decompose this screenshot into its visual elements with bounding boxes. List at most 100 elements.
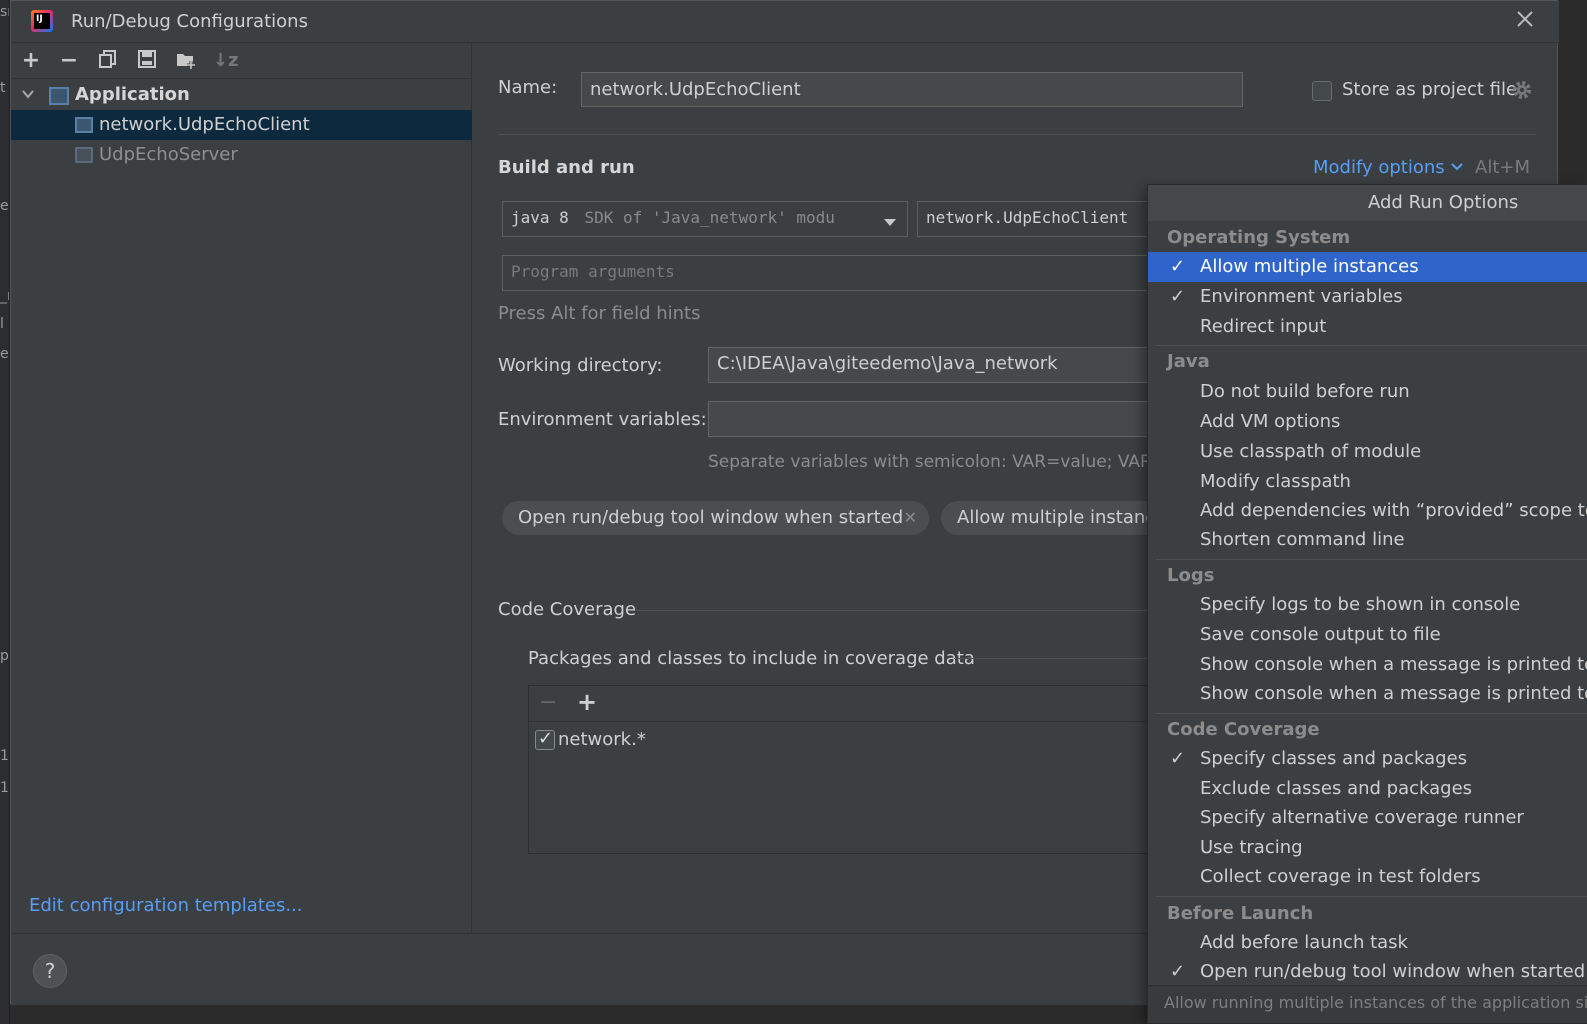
option-chip-allow-multiple[interactable]: Allow multiple instances — [941, 501, 1157, 535]
popup-group-before-launch: Before Launch — [1167, 903, 1314, 924]
popup-item-add-vm-options[interactable]: Add VM options — [1148, 407, 1587, 437]
popup-item-allow-multiple-instances[interactable]: ✓ Allow multiple instances — [1148, 252, 1587, 282]
strip-text: _r — [0, 288, 9, 304]
popup-item-redirect-input[interactable]: Redirect input — [1148, 312, 1587, 342]
coverage-entry-label: network.* — [558, 729, 646, 750]
popup-item-use-classpath[interactable]: Use classpath of module — [1148, 437, 1587, 467]
popup-item-alternative-coverage-runner[interactable]: Specify alternative coverage runner — [1148, 803, 1587, 833]
coverage-list-toolbar: − + — [529, 686, 1158, 722]
remove-icon[interactable]: − — [57, 49, 81, 73]
jdk-select[interactable]: java 8 SDK of 'Java_network' modu — [502, 201, 908, 237]
dialog-title-bar: IJ Run/Debug Configurations — [11, 1, 1559, 43]
popup-item-label: Show console when a message is printed t… — [1200, 683, 1587, 704]
tree-item-label: UdpEchoServer — [99, 144, 238, 165]
add-icon[interactable]: + — [577, 688, 597, 716]
gear-icon-svg — [1513, 81, 1531, 99]
popup-item-label: Specify classes and packages — [1200, 748, 1468, 769]
environment-variables-hint: Separate variables with semicolon: VAR=v… — [708, 452, 1157, 472]
environment-variables-field[interactable] — [708, 401, 1157, 437]
program-arguments-field[interactable]: Program arguments — [502, 255, 1157, 291]
checkmark-icon: ✓ — [1170, 961, 1186, 982]
chip-label: Allow multiple instances — [957, 507, 1157, 528]
remove-icon[interactable]: − — [539, 690, 557, 715]
build-and-run-title: Build and run — [498, 157, 635, 178]
strip-text: et — [0, 198, 9, 214]
gear-icon[interactable] — [1511, 79, 1533, 105]
tree-item-udpechoclient[interactable]: network.UdpEchoClient — [11, 110, 472, 140]
save-icon-svg — [138, 50, 156, 68]
popup-item-label: Specify alternative coverage runner — [1200, 807, 1524, 828]
coverage-packages-title: Packages and classes to include in cover… — [528, 648, 975, 669]
sort-icon[interactable]: ↓z — [213, 49, 239, 73]
popup-item-collect-coverage-test-folders[interactable]: Collect coverage in test folders — [1148, 862, 1587, 892]
strip-text: 12 — [0, 748, 9, 764]
popup-item-add-before-launch-task[interactable]: Add before launch task — [1148, 928, 1587, 958]
popup-item-label: Add dependencies with “provided” scope t… — [1200, 500, 1587, 521]
field-hints-text: Press Alt for field hints — [498, 303, 701, 324]
popup-item-shorten-command-line[interactable]: Shorten command line — [1148, 525, 1587, 555]
close-icon[interactable] — [1511, 7, 1539, 35]
remove-chip-icon[interactable]: ✕ — [904, 501, 917, 535]
coverage-packages-list: − + ✓ network.* — [528, 685, 1158, 854]
tree-item-udpechoserver[interactable]: UdpEchoServer — [11, 140, 472, 170]
popup-item-specify-logs[interactable]: Specify logs to be shown in console — [1148, 590, 1587, 620]
tree-group-application[interactable]: Application — [11, 80, 472, 110]
popup-item-specify-classes[interactable]: ✓ Specify classes and packages — [1148, 744, 1587, 774]
store-as-project-checkbox[interactable] — [1312, 81, 1332, 101]
popup-item-exclude-classes[interactable]: Exclude classes and packages — [1148, 774, 1587, 804]
help-button[interactable]: ? — [33, 954, 67, 988]
popup-item-label: Add before launch task — [1200, 932, 1408, 953]
popup-group-code-coverage: Code Coverage — [1167, 719, 1320, 740]
coverage-packages-separator — [954, 658, 1157, 659]
popup-group-logs: Logs — [1167, 565, 1215, 586]
strip-text: sr — [0, 4, 9, 20]
application-config-icon — [75, 147, 93, 163]
tree-group-label: Application — [75, 84, 190, 105]
popup-separator — [1156, 559, 1587, 560]
save-icon[interactable] — [135, 49, 159, 73]
popup-item-label: Use classpath of module — [1200, 441, 1422, 462]
add-run-options-popup: Add Run Options Operating System ✓ Allow… — [1147, 184, 1587, 1024]
popup-item-label: Exclude classes and packages — [1200, 778, 1473, 799]
option-chip-open-tool-window[interactable]: Open run/debug tool window when started … — [502, 501, 929, 535]
popup-item-modify-classpath[interactable]: Modify classpath — [1148, 467, 1587, 497]
edit-templates-link[interactable]: Edit configuration templates... — [29, 895, 303, 916]
name-label: Name: — [498, 77, 558, 98]
popup-item-label: Open run/debug tool window when started — [1200, 961, 1586, 982]
folder-icon-svg — [177, 54, 195, 69]
intellij-app-icon: IJ — [31, 10, 53, 32]
strip-text: es — [0, 346, 9, 362]
popup-item-label: Use tracing — [1200, 837, 1303, 858]
popup-item-open-tool-window[interactable]: ✓ Open run/debug tool window when starte… — [1148, 957, 1587, 987]
chip-label: Open run/debug tool window when started — [518, 507, 904, 528]
popup-item-label: Specify logs to be shown in console — [1200, 594, 1521, 615]
working-directory-field[interactable]: C:\IDEA\Java\giteedemo\Java_network — [708, 347, 1157, 383]
popup-item-show-console-stderr[interactable]: Show console when a message is printed t… — [1148, 679, 1587, 709]
strip-text: l — [0, 316, 4, 332]
popup-item-use-tracing[interactable]: Use tracing — [1148, 833, 1587, 863]
add-icon[interactable]: + — [19, 49, 43, 73]
popup-item-do-not-build[interactable]: Do not build before run — [1148, 377, 1587, 407]
popup-separator — [1156, 896, 1587, 897]
popup-item-save-console-output[interactable]: Save console output to file — [1148, 620, 1587, 650]
popup-group-operating-system: Operating System — [1167, 227, 1351, 248]
popup-item-add-provided-dependencies[interactable]: Add dependencies with “provided” scope t… — [1148, 496, 1587, 526]
popup-item-label: Modify classpath — [1200, 471, 1351, 492]
jdk-detail: SDK of 'Java_network' modu — [584, 208, 835, 227]
main-class-field[interactable]: network.UdpEchoClient — [917, 201, 1157, 237]
popup-item-label: Shorten command line — [1200, 529, 1405, 550]
name-field[interactable]: network.UdpEchoClient — [581, 72, 1243, 107]
popup-group-java: Java — [1167, 351, 1210, 372]
checkmark-icon: ✓ — [1170, 748, 1186, 769]
checkmark-icon: ✓ — [1170, 256, 1186, 277]
dialog-title: Run/Debug Configurations — [71, 11, 308, 32]
popup-item-show-console-stdout[interactable]: Show console when a message is printed t… — [1148, 650, 1587, 680]
coverage-entry-checkbox[interactable]: ✓ — [535, 728, 555, 750]
popup-item-label: Redirect input — [1200, 316, 1327, 337]
popup-item-environment-variables[interactable]: ✓ Environment variables — [1148, 282, 1587, 312]
popup-item-label: Collect coverage in test folders — [1200, 866, 1481, 887]
configurations-panel: + − ↓z Application network.UdpEchoClient — [11, 43, 472, 933]
modify-options-link[interactable]: Modify options — [1313, 157, 1464, 178]
new-folder-icon[interactable] — [174, 49, 198, 73]
copy-icon[interactable] — [96, 49, 120, 73]
